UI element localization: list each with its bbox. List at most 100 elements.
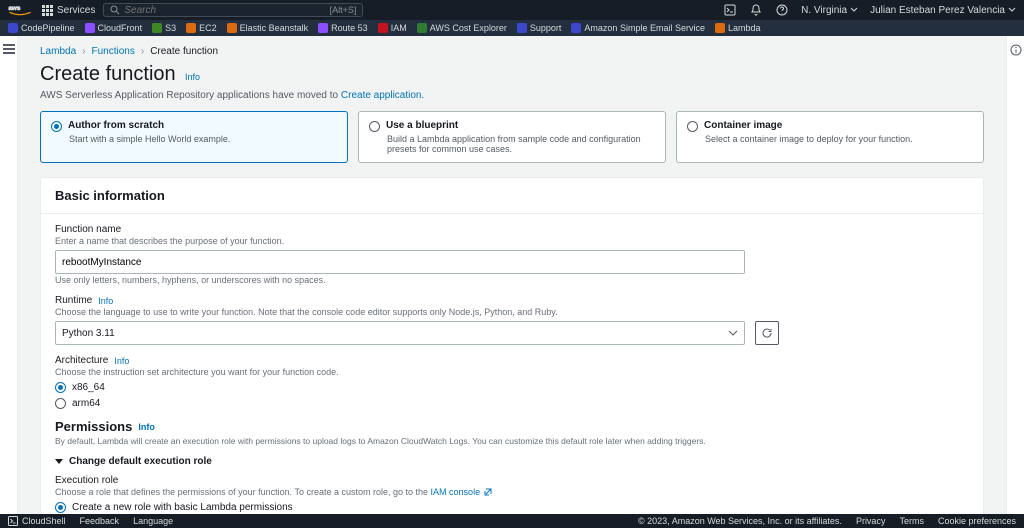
- terms-link[interactable]: Terms: [899, 516, 924, 526]
- function-name-input[interactable]: [55, 250, 745, 274]
- chevron-down-icon: [1008, 7, 1016, 13]
- arch-arm-radio[interactable]: arm64: [55, 397, 969, 409]
- aws-logo[interactable]: aws: [8, 3, 34, 17]
- execution-role-hint: Choose a role that defines the permissio…: [55, 487, 969, 497]
- top-nav: aws Services [Alt+S] N. Virginia Julian …: [0, 0, 1024, 20]
- service-lambda[interactable]: Lambda: [715, 23, 761, 33]
- chevron-right-icon: ›: [82, 46, 85, 57]
- radio-icon: [55, 382, 66, 393]
- architecture-label: Architecture: [55, 355, 108, 366]
- basic-info-heading: Basic information: [41, 178, 983, 214]
- runtime-hint: Choose the language to use to write your…: [55, 307, 969, 317]
- option-author-from-scratch[interactable]: Author from scratch Start with a simple …: [40, 111, 348, 163]
- page-title: Create function: [40, 63, 176, 86]
- option-use-blueprint[interactable]: Use a blueprint Build a Lambda applicati…: [358, 111, 666, 163]
- function-name-help: Use only letters, numbers, hyphens, or u…: [55, 275, 969, 285]
- option-container-image[interactable]: Container image Select a container image…: [676, 111, 984, 163]
- notifications-icon[interactable]: [749, 3, 763, 17]
- service-icon: [378, 23, 388, 33]
- permissions-info-link[interactable]: Info: [138, 422, 155, 432]
- iam-console-link[interactable]: IAM console: [431, 487, 494, 497]
- creation-options: Author from scratch Start with a simple …: [40, 111, 984, 163]
- service-ec2[interactable]: EC2: [186, 23, 217, 33]
- service-icon: [571, 23, 581, 33]
- create-application-link[interactable]: Create application.: [341, 90, 424, 101]
- services-menu[interactable]: Services: [42, 5, 95, 16]
- service-support[interactable]: Support: [517, 23, 562, 33]
- service-s3[interactable]: S3: [152, 23, 176, 33]
- runtime-label: Runtime: [55, 295, 92, 306]
- refresh-runtimes-button[interactable]: [755, 321, 779, 345]
- search-box[interactable]: [Alt+S]: [103, 3, 363, 17]
- service-icon: [417, 23, 427, 33]
- crumb-current: Create function: [150, 46, 218, 57]
- cloudshell-icon[interactable]: [723, 3, 737, 17]
- services-label: Services: [57, 5, 95, 16]
- user-label: Julian Esteban Perez Valencia: [870, 5, 1005, 16]
- service-icon: [152, 23, 162, 33]
- service-codepipeline[interactable]: CodePipeline: [8, 23, 75, 33]
- privacy-link[interactable]: Privacy: [856, 516, 886, 526]
- crumb-lambda[interactable]: Lambda: [40, 46, 76, 57]
- main-content: Lambda › Functions › Create function Cre…: [18, 36, 1006, 514]
- change-execution-role-toggle[interactable]: Change default execution role: [55, 456, 969, 467]
- service-aws-cost-explorer[interactable]: AWS Cost Explorer: [417, 23, 507, 33]
- cloudshell-button[interactable]: CloudShell: [8, 516, 66, 526]
- chevron-right-icon: ›: [141, 46, 144, 57]
- region-selector[interactable]: N. Virginia: [801, 5, 858, 16]
- hamburger-icon[interactable]: [3, 44, 15, 54]
- role-create-new-radio[interactable]: Create a new role with basic Lambda perm…: [55, 501, 969, 513]
- search-kbd-hint: [Alt+S]: [330, 5, 357, 15]
- search-input[interactable]: [124, 5, 325, 16]
- right-rail: [1006, 36, 1024, 514]
- help-icon[interactable]: [775, 3, 789, 17]
- service-icon: [85, 23, 95, 33]
- radio-icon: [687, 121, 698, 132]
- page-info-link[interactable]: Info: [185, 72, 200, 82]
- service-cloudfront[interactable]: CloudFront: [85, 23, 143, 33]
- service-icon: [227, 23, 237, 33]
- feedback-link[interactable]: Feedback: [80, 516, 120, 526]
- architecture-hint: Choose the instruction set architecture …: [55, 367, 969, 377]
- user-menu[interactable]: Julian Esteban Perez Valencia: [870, 5, 1016, 16]
- service-icon: [8, 23, 18, 33]
- service-icon: [318, 23, 328, 33]
- service-amazon-simple-email-service[interactable]: Amazon Simple Email Service: [571, 23, 705, 33]
- service-elastic-beanstalk[interactable]: Elastic Beanstalk: [227, 23, 309, 33]
- service-icon: [186, 23, 196, 33]
- cookie-link[interactable]: Cookie preferences: [938, 516, 1016, 526]
- left-rail: [0, 36, 18, 514]
- footer: CloudShell Feedback Language © 2023, Ama…: [0, 514, 1024, 528]
- permissions-heading: Permissions: [55, 419, 132, 434]
- runtime-select[interactable]: Python 3.11: [55, 321, 745, 345]
- radio-icon: [55, 502, 66, 513]
- cloudshell-icon: [8, 516, 18, 526]
- arch-x86-radio[interactable]: x86_64: [55, 381, 969, 393]
- radio-icon: [51, 121, 62, 132]
- service-icon: [517, 23, 527, 33]
- architecture-info-link[interactable]: Info: [114, 356, 129, 366]
- caret-down-icon: [55, 459, 63, 464]
- search-icon: [110, 5, 120, 15]
- page-subtitle: AWS Serverless Application Repository ap…: [40, 90, 984, 101]
- language-link[interactable]: Language: [133, 516, 173, 526]
- service-favorites-bar: CodePipeline CloudFront S3 EC2 Elastic Beans…: [0, 20, 1024, 36]
- grid-icon: [42, 5, 53, 16]
- radio-icon: [55, 398, 66, 409]
- breadcrumb: Lambda › Functions › Create function: [40, 36, 984, 63]
- runtime-info-link[interactable]: Info: [98, 296, 113, 306]
- copyright: © 2023, Amazon Web Services, Inc. or its…: [638, 516, 842, 526]
- chevron-down-icon: [728, 330, 738, 336]
- crumb-functions[interactable]: Functions: [91, 46, 134, 57]
- chevron-down-icon: [850, 7, 858, 13]
- service-icon: [715, 23, 725, 33]
- radio-icon: [369, 121, 380, 132]
- execution-role-label: Execution role: [55, 475, 969, 486]
- region-label: N. Virginia: [801, 5, 847, 16]
- refresh-icon: [761, 327, 773, 339]
- service-iam[interactable]: IAM: [378, 23, 407, 33]
- external-link-icon: [483, 487, 493, 497]
- service-route-53[interactable]: Route 53: [318, 23, 368, 33]
- permissions-hint: By default, Lambda will create an execut…: [55, 436, 969, 446]
- info-icon[interactable]: [1010, 44, 1022, 56]
